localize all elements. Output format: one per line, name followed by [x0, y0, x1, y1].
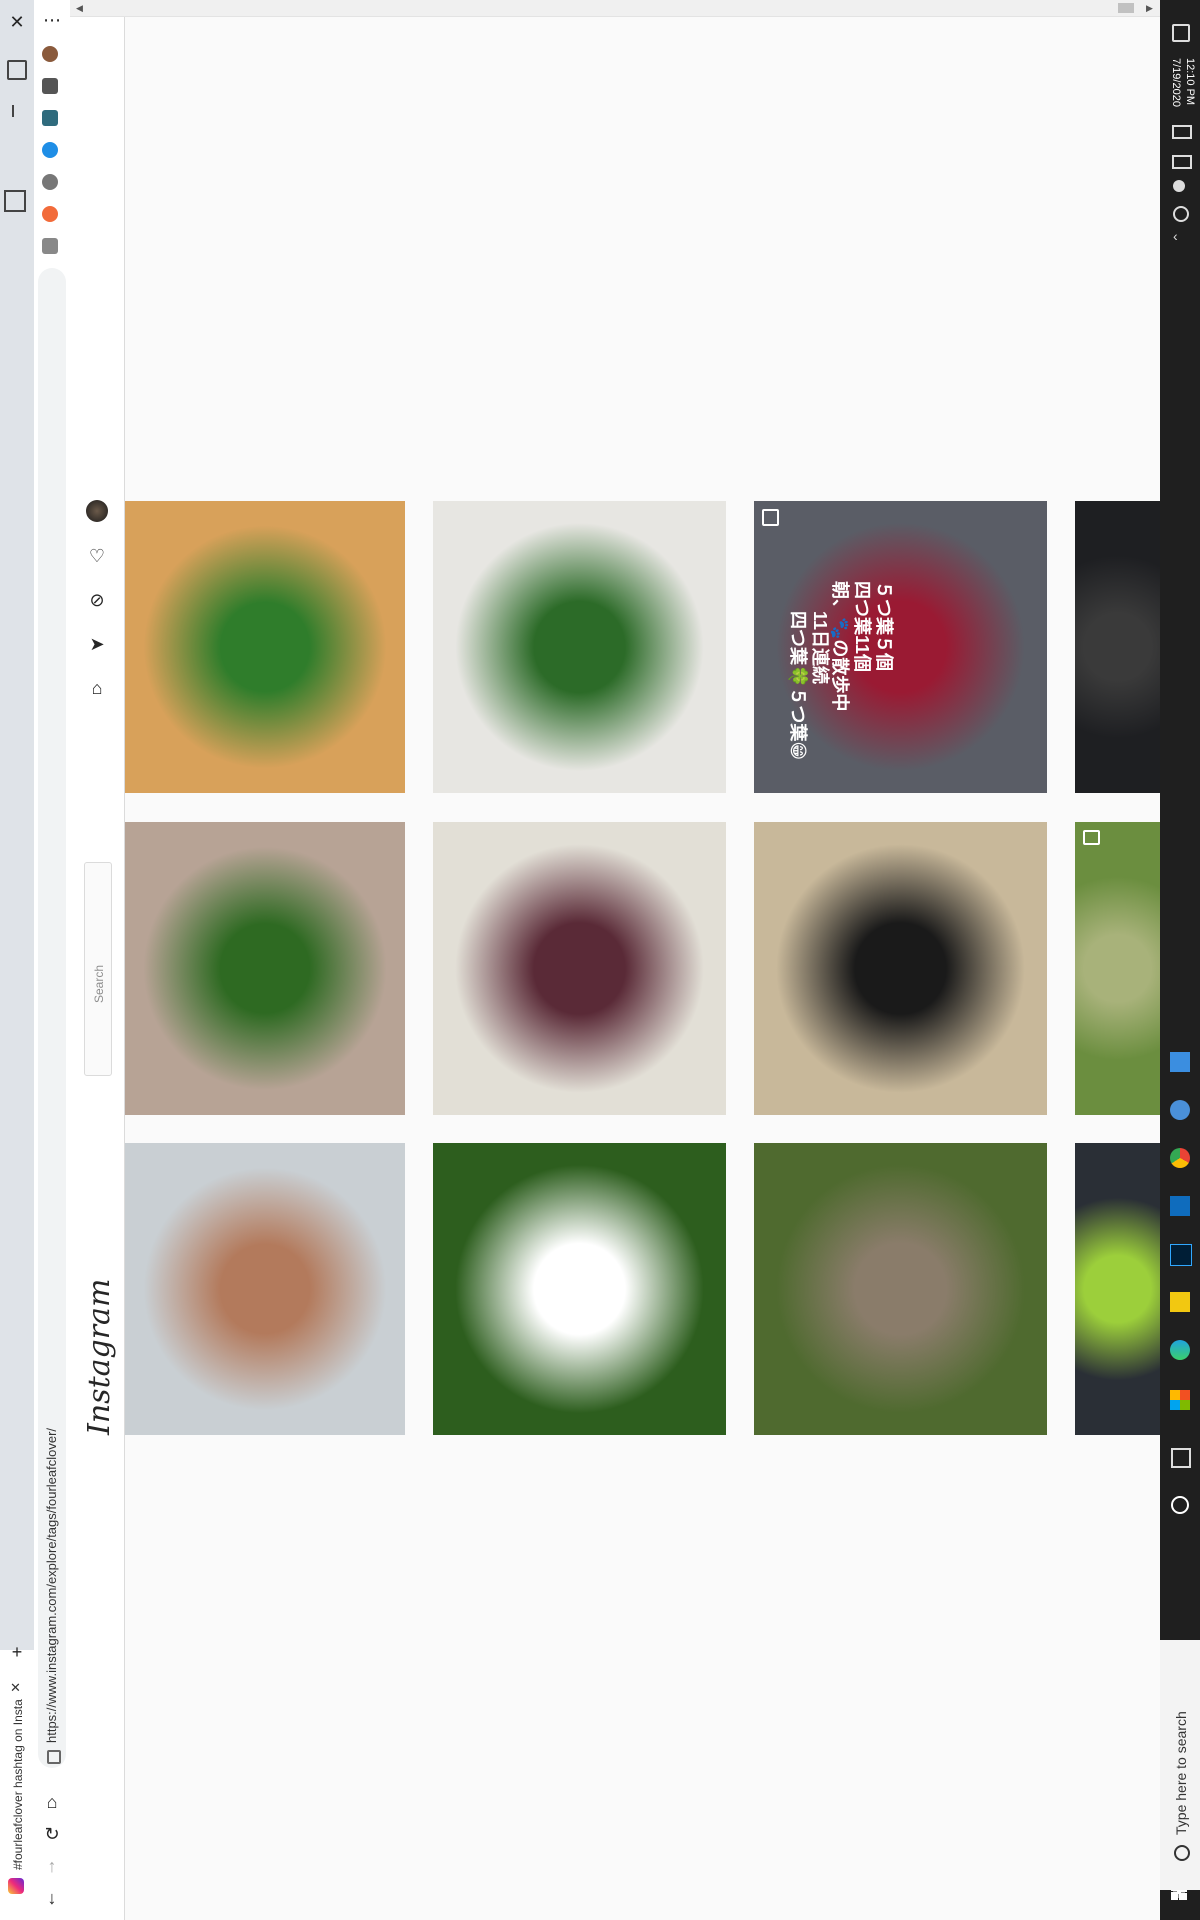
- chrome-icon[interactable]: [1170, 1148, 1190, 1168]
- scroll-left-icon[interactable]: ◀: [76, 3, 83, 14]
- home-icon[interactable]: ⌂: [40, 1790, 64, 1814]
- outlook-icon[interactable]: [1170, 1196, 1190, 1216]
- windows-taskbar: 12:10 PM 7/19/2020 ‹: [1160, 0, 1200, 1920]
- extension-blue-icon[interactable]: [42, 142, 58, 158]
- extension-g-icon[interactable]: [42, 238, 58, 254]
- clock-date[interactable]: 7/19/2020: [1170, 58, 1182, 107]
- post-thumbnail[interactable]: [125, 501, 405, 793]
- search-placeholder: Search: [92, 964, 106, 1003]
- post-thumbnail[interactable]: 11日連続 四つ葉🍀５つ葉😁 朝、🐾の散歩中 四つ葉11個 ５つ葉５個: [754, 501, 1047, 793]
- activity-heart-icon[interactable]: ♡: [85, 544, 109, 568]
- more-menu-icon[interactable]: ⋯: [40, 8, 64, 32]
- close-window-icon[interactable]: ✕: [5, 10, 29, 34]
- extension-chart-icon[interactable]: [42, 110, 58, 126]
- store-icon[interactable]: [1170, 1390, 1190, 1410]
- minimize-icon[interactable]: [12, 105, 14, 117]
- post-overlay-text: 四つ葉🍀５つ葉😁: [788, 611, 808, 761]
- scrollbar-thumb[interactable]: [1118, 3, 1134, 13]
- scroll-right-icon[interactable]: ▶: [1146, 3, 1153, 14]
- browser-tab-strip: ✕ #fourleafclover hashtag on Insta ✕ +: [0, 0, 35, 1920]
- volume-icon[interactable]: [1173, 206, 1189, 222]
- post-thumbnail[interactable]: [1075, 501, 1160, 793]
- taskbar-search-box[interactable]: Type here to search: [1160, 1640, 1200, 1890]
- post-thumbnail[interactable]: [433, 1143, 726, 1435]
- post-thumbnail[interactable]: [754, 822, 1047, 1115]
- video-icon: [1083, 830, 1100, 845]
- horizontal-scrollbar[interactable]: ◀ ▶: [70, 0, 1160, 17]
- tab-title: #fourleafclover hashtag on Insta: [11, 1699, 25, 1870]
- clock-time[interactable]: 12:10 PM: [1184, 58, 1196, 105]
- carousel-icon: [762, 509, 779, 526]
- battery-icon[interactable]: [1173, 180, 1185, 192]
- omnibox[interactable]: https://www.instagram.com/explore/tags/f…: [38, 268, 66, 1768]
- post-thumbnail[interactable]: [754, 1143, 1047, 1435]
- instagram-favicon-icon: [8, 1878, 24, 1894]
- new-tab-button[interactable]: +: [5, 1640, 29, 1664]
- address-bar-column: ⋯ https://www.instagram.com/explore/tags…: [34, 0, 71, 1920]
- post-thumbnail[interactable]: [125, 822, 405, 1115]
- instagram-header: ♡ ⊘ ➤ ⌂ Search Instagram: [70, 0, 125, 1920]
- profile-avatar[interactable]: [42, 46, 58, 62]
- extension-gray-icon[interactable]: [42, 174, 58, 190]
- app-icon-task[interactable]: [1170, 1052, 1190, 1072]
- lock-icon: [47, 1750, 61, 1764]
- reload-icon[interactable]: ↻: [40, 1822, 64, 1846]
- post-thumbnail[interactable]: [125, 1143, 405, 1435]
- edge-icon[interactable]: [1170, 1340, 1190, 1360]
- task-view-icon[interactable]: [1171, 1448, 1191, 1468]
- dropbox-icon[interactable]: [1172, 155, 1192, 169]
- direct-message-icon[interactable]: ➤: [85, 632, 109, 656]
- pen-icon[interactable]: [1172, 125, 1192, 139]
- home-icon[interactable]: ⌂: [85, 676, 109, 700]
- sidebar-panel-icon[interactable]: [4, 190, 26, 212]
- post-overlay-text: ５つ葉５個: [874, 581, 894, 671]
- app-icon-settings[interactable]: [1170, 1100, 1190, 1120]
- explore-compass-icon[interactable]: ⊘: [85, 588, 109, 612]
- instagram-logo[interactable]: Instagram: [82, 1279, 117, 1435]
- tab-active[interactable]: #fourleafclover hashtag on Insta ✕: [0, 1650, 35, 1920]
- forward-icon[interactable]: ↑: [40, 1854, 64, 1878]
- taskbar-search-placeholder: Type here to search: [1173, 1711, 1189, 1835]
- download-icon[interactable]: ↓: [40, 1886, 64, 1910]
- post-thumbnail[interactable]: [433, 822, 726, 1115]
- notifications-icon[interactable]: [1172, 24, 1190, 42]
- chevron-up-icon[interactable]: ‹: [1173, 228, 1178, 244]
- tab-overview-icon[interactable]: [7, 60, 27, 80]
- extension-orange-icon[interactable]: [42, 206, 58, 222]
- tab-close-icon[interactable]: ✕: [10, 1680, 21, 1696]
- search-icon: [1174, 1845, 1190, 1861]
- url-text[interactable]: https://www.instagram.com/explore/tags/f…: [44, 1428, 59, 1743]
- photoshop-icon[interactable]: [1170, 1244, 1192, 1266]
- post-thumbnail[interactable]: [1075, 822, 1160, 1115]
- file-explorer-icon[interactable]: [1170, 1292, 1190, 1312]
- extensions-puzzle-icon[interactable]: [42, 78, 58, 94]
- cortana-icon[interactable]: [1171, 1496, 1189, 1514]
- post-thumbnail[interactable]: [433, 501, 726, 793]
- search-input[interactable]: Search: [84, 862, 112, 1076]
- post-thumbnail[interactable]: [1075, 1143, 1160, 1435]
- profile-avatar[interactable]: [86, 500, 108, 522]
